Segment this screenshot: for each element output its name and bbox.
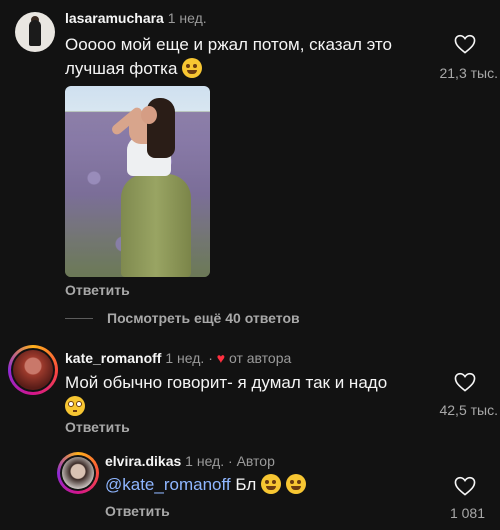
like-heart-icon[interactable]: [454, 34, 476, 54]
heart-icon: ♥: [216, 350, 226, 366]
rofl-emoji: [182, 58, 203, 78]
divider-line: [65, 318, 93, 319]
comment-meta: kate_romanoff 1 нед. · ♥ от автора: [65, 350, 292, 366]
like-count: 21,3 тыс.: [439, 65, 498, 81]
reply-button[interactable]: Ответить: [105, 503, 170, 519]
like-heart-icon[interactable]: [454, 476, 476, 496]
comment-text: Ооооо мой еще и ржал потом, сказал это л…: [65, 35, 392, 78]
like-count: 42,5 тыс.: [439, 402, 498, 418]
like-heart-icon[interactable]: [454, 372, 476, 392]
avatar-kate-romanoff[interactable]: [8, 345, 58, 395]
author-tag: Автор: [236, 453, 275, 469]
comment-text: @kate_romanoff Бл: [105, 473, 306, 497]
laughing-tears-emoji: [260, 474, 281, 494]
mention-link[interactable]: @kate_romanoff: [105, 475, 231, 494]
avatar-lasaramuchara[interactable]: [15, 12, 55, 52]
comment-time: 1 нед.: [185, 453, 225, 469]
username[interactable]: kate_romanoff: [65, 350, 161, 366]
avatar-elvira-dikas[interactable]: [57, 452, 99, 494]
view-more-replies[interactable]: Посмотреть ещё 40 ответов: [107, 310, 300, 326]
comment-time: 1 нед.: [165, 350, 205, 366]
comment-photo[interactable]: [65, 86, 210, 277]
like-count: 1 081: [449, 505, 485, 521]
comment-meta: elvira.dikas 1 нед. · Автор: [105, 453, 275, 469]
comment-text: Мой обычно говорит- я думал так и надо: [65, 371, 387, 419]
comment-meta: lasaramuchara 1 нед.: [65, 10, 207, 26]
laughing-tears-emoji: [285, 474, 306, 494]
author-liked-label: от автора: [228, 350, 292, 366]
reply-button[interactable]: Ответить: [65, 419, 130, 435]
comment-time: 1 нед.: [167, 10, 207, 26]
flushed-emoji: [65, 396, 85, 416]
username[interactable]: elvira.dikas: [105, 453, 181, 469]
reply-button[interactable]: Ответить: [65, 282, 130, 298]
username[interactable]: lasaramuchara: [65, 10, 164, 26]
